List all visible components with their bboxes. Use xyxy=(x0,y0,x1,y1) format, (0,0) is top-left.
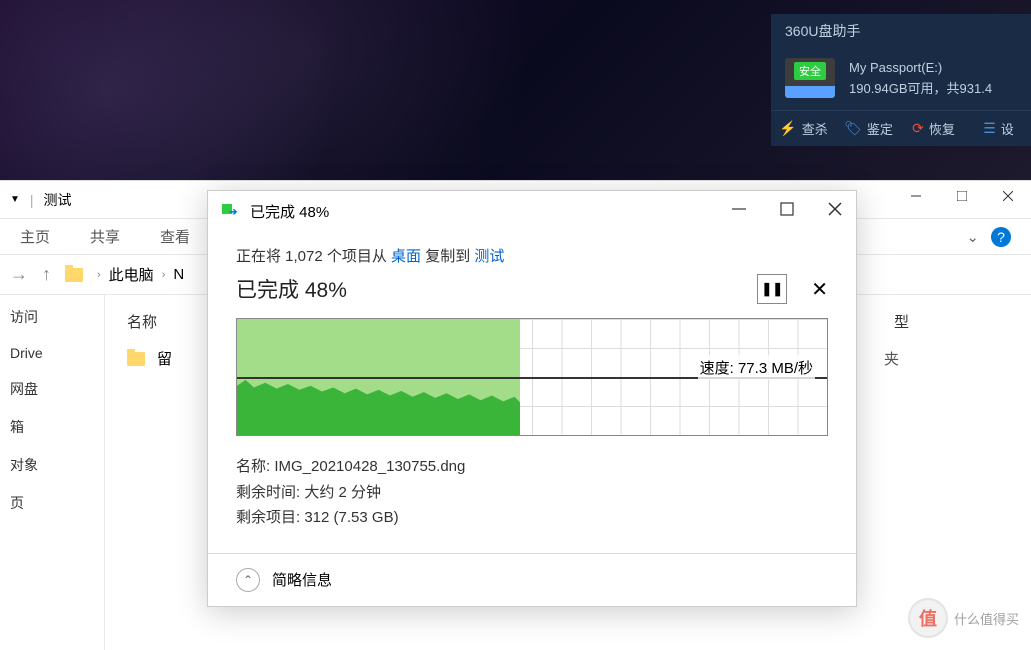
tab-view[interactable]: 查看 xyxy=(160,226,190,247)
folder-icon xyxy=(127,352,145,366)
breadcrumb[interactable]: › 此电脑 › N xyxy=(97,264,184,285)
window-title: 测试 xyxy=(44,190,72,210)
watermark-icon: 值 xyxy=(908,598,948,638)
sidebar-item-netdisk[interactable]: 网盘 xyxy=(10,379,94,399)
sidebar-item-access[interactable]: 访问 xyxy=(10,307,94,327)
maximize-button[interactable] xyxy=(939,181,985,211)
usb-restore-button[interactable]: ⟳恢复 xyxy=(901,111,966,146)
tab-home[interactable]: 主页 xyxy=(20,226,50,247)
footer-label[interactable]: 简略信息 xyxy=(272,569,332,590)
lightning-icon: ⚡ xyxy=(779,120,796,137)
usb-scan-button[interactable]: ⚡查杀 xyxy=(771,111,836,146)
usb-storage-info: 190.94GB可用，共931.4 xyxy=(849,79,992,100)
sidebar-item-drive[interactable]: Drive xyxy=(10,345,94,361)
usb-settings-button[interactable]: ☰设 xyxy=(966,111,1031,146)
progress-text: 已完成 48% xyxy=(236,274,347,304)
destination-link[interactable]: 测试 xyxy=(474,248,504,265)
usb-assistant-popup: 360U盘助手 安全 My Passport(E:) 190.94GB可用，共9… xyxy=(771,14,1031,146)
collapse-details-button[interactable]: ⌃ xyxy=(236,568,260,592)
sidebar-item-bin[interactable]: 箱 xyxy=(10,417,94,437)
copy-description: 正在将 1,072 个项目从 桌面 复制到 测试 xyxy=(236,245,828,266)
sidebar-item-objects[interactable]: 对象 xyxy=(10,455,94,475)
dropdown-icon[interactable]: ▼ xyxy=(10,194,20,205)
source-link[interactable]: 桌面 xyxy=(391,248,421,265)
pause-button[interactable]: ❚❚ xyxy=(757,274,787,304)
dialog-title: 已完成 48% xyxy=(250,201,329,222)
restore-icon: ⟳ xyxy=(912,120,924,137)
sidebar-item-5[interactable]: 页 xyxy=(10,493,94,513)
dialog-maximize-button[interactable] xyxy=(780,202,794,220)
nav-forward-icon[interactable]: → xyxy=(10,264,28,285)
dialog-titlebar[interactable]: ➔ 已完成 48% xyxy=(208,191,856,231)
explorer-sidebar: 访问 Drive 网盘 箱 对象 页 xyxy=(0,295,105,650)
usb-popup-title: 360U盘助手 xyxy=(771,14,1031,48)
help-icon[interactable]: ? xyxy=(991,227,1011,247)
watermark: 值 什么值得买 xyxy=(908,598,1019,638)
column-type[interactable]: 型 xyxy=(894,311,1009,332)
column-name[interactable]: 名称 xyxy=(127,311,157,332)
nav-up-icon[interactable]: ↑ xyxy=(42,264,51,285)
dialog-minimize-button[interactable] xyxy=(732,202,746,220)
copy-progress-dialog: ➔ 已完成 48% 正在将 1,072 个项目从 桌面 复制到 测试 已完成 4… xyxy=(207,190,857,607)
speed-chart: 速度: 77.3 MB/秒 xyxy=(236,318,828,436)
copy-operation-icon: ➔ xyxy=(222,204,238,218)
dialog-close-button[interactable] xyxy=(828,202,842,220)
speed-label: 速度: 77.3 MB/秒 xyxy=(698,355,815,380)
transfer-details: 名称: IMG_20210428_130755.dng 剩余时间: 大约 2 分… xyxy=(236,454,828,531)
minimize-button[interactable] xyxy=(893,181,939,211)
cancel-button[interactable]: ✕ xyxy=(811,277,828,302)
close-button[interactable] xyxy=(985,181,1031,211)
medal-icon: 🏷 xyxy=(844,120,862,137)
usb-drive-icon: 安全 xyxy=(785,58,835,98)
tab-share[interactable]: 共享 xyxy=(90,226,120,247)
chevron-down-icon[interactable]: ⌄ xyxy=(966,228,979,246)
usb-verify-button[interactable]: 🏷鉴定 xyxy=(836,111,901,146)
usb-device-name: My Passport(E:) xyxy=(849,58,992,79)
list-icon: ☰ xyxy=(983,120,996,137)
folder-icon xyxy=(65,268,83,282)
